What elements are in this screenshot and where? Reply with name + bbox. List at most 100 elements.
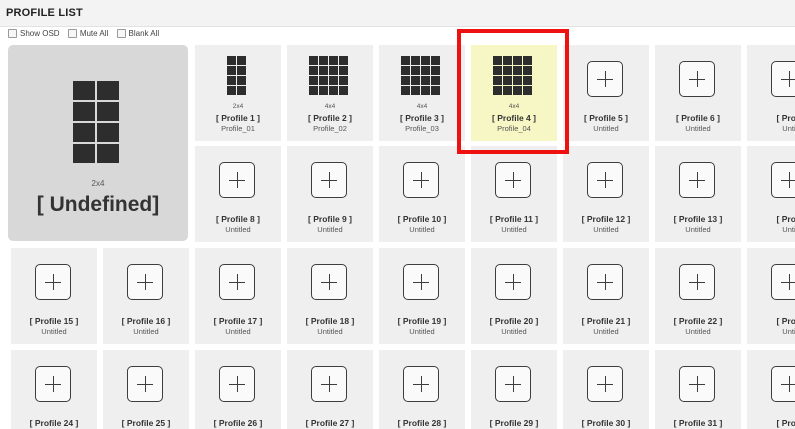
profile-tile-22[interactable]: [ Profile 22 ] Untitled — [655, 248, 741, 344]
profile-tile-9[interactable]: [ Profile 9 ] Untitled — [287, 146, 373, 242]
profile-label: [ Profile 13 ] — [673, 214, 723, 224]
profile-label: [ Profile 22 ] — [673, 316, 723, 326]
add-icon — [587, 162, 623, 198]
profile-tile-14[interactable]: [ ProfilUntit — [747, 146, 795, 242]
profile-tile-8[interactable]: [ Profile 8 ] Untitled — [195, 146, 281, 242]
profile-tile-13[interactable]: [ Profile 13 ] Untitled — [655, 146, 741, 242]
profile-label: [ Profile 30 ] — [581, 418, 631, 428]
profile-subtitle: Untitled — [501, 327, 527, 336]
mute-all-label: Mute All — [79, 29, 109, 38]
profile-tile-7[interactable]: [ Profil Untit — [747, 45, 795, 141]
profile-label: [ Profile 11 ] — [489, 214, 539, 224]
profile-label: [ Profile 16 ] — [121, 316, 171, 326]
profile-tile-16[interactable]: [ Profile 16 ] Untitled — [103, 248, 189, 344]
profile-label: [ Profile 12 ] — [581, 214, 631, 224]
add-icon — [679, 264, 715, 300]
profile-label: [ Profile 10 ] — [397, 214, 447, 224]
add-icon — [587, 61, 623, 97]
profile-tile-28[interactable]: [ Profile 28 ] — [379, 350, 465, 429]
profile-label: [ Profile 20 ] — [489, 316, 539, 326]
profile-label: [ Profile 29 ] — [489, 418, 539, 428]
mute-all-checkbox[interactable]: Mute All — [67, 29, 109, 38]
profile-label: [ Profile 15 ] — [29, 316, 79, 326]
add-icon — [679, 162, 715, 198]
profile-tile-17[interactable]: [ Profile 17 ] Untitled — [195, 248, 281, 344]
profile-label: [ Profile 19 ] — [397, 316, 447, 326]
add-icon — [771, 162, 795, 198]
profile-subtitle: Untitled — [225, 327, 251, 336]
checkbox-icon — [8, 29, 17, 38]
add-icon — [35, 366, 71, 402]
add-icon — [311, 264, 347, 300]
profile-tile-30[interactable]: [ Profile 30 ] — [563, 350, 649, 429]
profile-tile-1[interactable]: 2x4 [ Profile 1 ] Profile_01 — [195, 45, 281, 141]
profile-tile-10[interactable]: [ Profile 10 ] Untitled — [379, 146, 465, 242]
profile-subtitle: Untitled — [685, 225, 711, 234]
profile-subtitle: Untitled — [593, 225, 619, 234]
blank-all-checkbox[interactable]: Blank All — [116, 29, 159, 38]
layout-4x4-icon — [493, 56, 532, 95]
profile-tile-6[interactable]: [ Profile 6 ] Untitled — [655, 45, 741, 141]
profile-tile-23[interactable]: [ ProfilUntit — [747, 248, 795, 344]
profile-subtitle: Untit — [782, 124, 795, 133]
profile-tile-15[interactable]: [ Profile 15 ] Untitled — [11, 248, 97, 344]
profile-tile-25[interactable]: [ Profile 25 ] — [103, 350, 189, 429]
profile-subtitle: Untitled — [409, 225, 435, 234]
profile-tile-27[interactable]: [ Profile 27 ] — [287, 350, 373, 429]
profile-label: [ Profile 9 ] — [308, 214, 352, 224]
layout-2x4-icon — [227, 56, 246, 95]
profile-subtitle: Profile_02 — [313, 124, 347, 133]
profile-tile-26[interactable]: [ Profile 26 ] — [195, 350, 281, 429]
profile-tile-18[interactable]: [ Profile 18 ] Untitled — [287, 248, 373, 344]
add-icon — [495, 162, 531, 198]
profile-tile-21[interactable]: [ Profile 21 ] Untitled — [563, 248, 649, 344]
current-layout-ratio: 2x4 — [91, 179, 105, 188]
current-profile-name: [ Undefined] — [36, 193, 160, 216]
profile-label: [ Profile 28 ] — [397, 418, 447, 428]
options-bar: Show OSD Mute All Blank All — [8, 29, 165, 40]
profile-tile-11[interactable]: [ Profile 11 ] Untitled — [471, 146, 557, 242]
add-icon — [771, 366, 795, 402]
add-icon — [311, 162, 347, 198]
profile-tile-5[interactable]: [ Profile 5 ] Untitled — [563, 45, 649, 141]
profile-label: [ Profile 26 ] — [213, 418, 263, 428]
profile-tile-4[interactable]: 4x4 [ Profile 4 ] Profile_04 — [471, 45, 557, 141]
add-icon — [587, 264, 623, 300]
profile-subtitle: Untitled — [317, 327, 343, 336]
profile-subtitle: Profile_03 — [405, 124, 439, 133]
checkbox-icon — [67, 29, 77, 38]
checkbox-icon — [116, 29, 126, 38]
profile-subtitle: Untitled — [133, 327, 159, 336]
profile-tile-2[interactable]: 4x4 [ Profile 2 ] Profile_02 — [287, 45, 373, 141]
add-icon — [127, 264, 163, 300]
add-icon — [219, 162, 255, 198]
profile-label: [ Profile 17 ] — [213, 316, 263, 326]
profile-tile-24[interactable]: [ Profile 24 ] — [11, 350, 97, 429]
layout-ratio: 4x4 — [324, 103, 336, 110]
profile-subtitle: Untitled — [409, 327, 435, 336]
layout-4x4-icon — [401, 56, 440, 95]
add-icon — [311, 366, 347, 402]
layout-ratio: 4x4 — [416, 103, 428, 110]
profile-label: [ Profile 5 ] — [584, 113, 628, 123]
profile-subtitle: Untit — [782, 225, 795, 234]
profile-label: [ Profile 8 ] — [216, 214, 260, 224]
layout-ratio: 2x4 — [232, 103, 244, 110]
profile-subtitle: Untitled — [593, 124, 619, 133]
profile-subtitle: Untitled — [225, 225, 251, 234]
layout-4x4-icon — [309, 56, 348, 95]
add-icon — [219, 366, 255, 402]
show-osd-checkbox[interactable]: Show OSD — [8, 29, 60, 38]
layout-ratio: 4x4 — [508, 103, 520, 110]
profile-label: [ Profil — [776, 418, 795, 428]
add-icon — [403, 162, 439, 198]
profile-tile-3[interactable]: 4x4 [ Profile 3 ] Profile_03 — [379, 45, 465, 141]
profile-tile-12[interactable]: [ Profile 12 ] Untitled — [563, 146, 649, 242]
profile-tile-32[interactable]: [ Profil — [747, 350, 795, 429]
profile-tile-19[interactable]: [ Profile 19 ] Untitled — [379, 248, 465, 344]
profile-tile-20[interactable]: [ Profile 20 ] Untitled — [471, 248, 557, 344]
profile-subtitle: Untit — [782, 327, 795, 336]
profile-subtitle: Profile_04 — [497, 124, 531, 133]
profile-tile-29[interactable]: [ Profile 29 ] — [471, 350, 557, 429]
profile-tile-31[interactable]: [ Profile 31 ] — [655, 350, 741, 429]
